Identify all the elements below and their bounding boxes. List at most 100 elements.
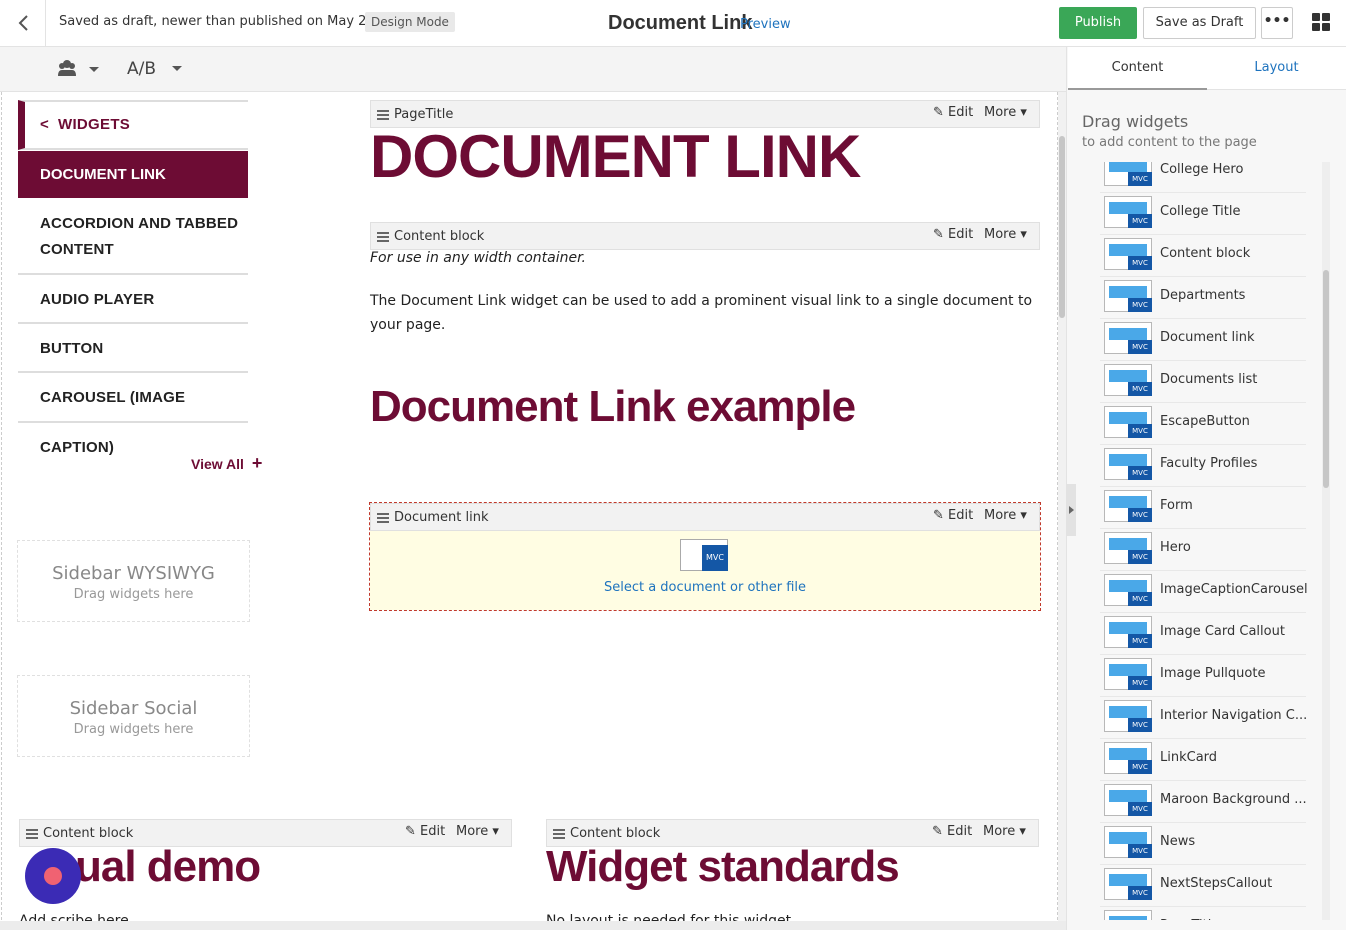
widget-list: MVC College Hero MVC College Title MVC Conten… (1100, 162, 1322, 920)
widget-mvc-icon: MVC (1104, 196, 1152, 228)
widget-mvc-icon: MVC (1104, 574, 1152, 606)
ab-label: A/B (127, 59, 157, 79)
drag-handle-icon[interactable] (377, 110, 389, 122)
widget-list-item[interactable]: MVC Document link (1100, 319, 1306, 361)
drag-handle-icon[interactable] (377, 513, 389, 525)
widget-list-item[interactable]: MVC PageTitle (1100, 907, 1306, 920)
personas-dropdown[interactable] (57, 59, 103, 83)
caret-down-icon (89, 67, 99, 72)
back-button[interactable] (0, 0, 46, 46)
nav-item-audio-player[interactable]: AUDIO PLAYER (18, 275, 248, 324)
more-dropdown[interactable]: More ▾ (456, 824, 499, 839)
edit-button[interactable]: ✎ Edit (932, 824, 972, 839)
widget-mvc-icon: MVC (1104, 910, 1152, 920)
widget-list-label: ImageCaptionCarousel (1160, 582, 1308, 597)
widget-list-item[interactable]: MVC LinkCard (1100, 739, 1306, 781)
view-all-link[interactable]: View All + (191, 453, 262, 474)
select-document-link[interactable]: Select a document or other file (370, 580, 1040, 595)
ab-test-dropdown[interactable]: A/B (127, 59, 183, 79)
grid-layout-icon[interactable] (1312, 13, 1330, 35)
widget-list-label: EscapeButton (1160, 414, 1250, 429)
widget-mvc-icon: MVC (1104, 364, 1152, 396)
widget-mvc-icon: MVC (1104, 322, 1152, 354)
widget-list-item[interactable]: MVC Maroon Background ... (1100, 781, 1307, 823)
widget-list-item[interactable]: MVC EscapeButton (1100, 403, 1306, 445)
nav-item-document-link[interactable]: DOCUMENT LINK (18, 151, 248, 198)
more-dropdown[interactable]: More ▾ (983, 824, 1026, 839)
widget-list-label: Departments (1160, 288, 1246, 303)
widget-bar-document-link[interactable]: Document link ✎ Edit More ▾ (370, 503, 1040, 531)
canvas-border (1, 92, 2, 930)
edit-button[interactable]: ✎ Edit (933, 508, 973, 523)
more-options-button[interactable]: ••• (1261, 7, 1293, 39)
record-icon (44, 867, 62, 885)
drag-handle-icon[interactable] (377, 232, 389, 244)
document-mvc-icon: MVC (680, 539, 728, 571)
widget-list-item[interactable]: MVC Documents list (1100, 361, 1306, 403)
widget-mvc-icon: MVC (1104, 784, 1152, 816)
pencil-icon: ✎ (932, 824, 943, 839)
widget-list-item[interactable]: MVC College Hero (1100, 162, 1306, 193)
widget-list-label: Interior Navigation C... (1160, 708, 1308, 723)
nav-item-accordion[interactable]: ACCORDION AND TABBED CONTENT (18, 204, 248, 275)
users-icon (58, 60, 99, 76)
widget-list-item[interactable]: MVC NextStepsCallout (1100, 865, 1306, 907)
widget-list-item[interactable]: MVC ImageCaptionCarousel (1100, 571, 1308, 613)
edit-button[interactable]: ✎ Edit (933, 227, 973, 242)
widget-list-item[interactable]: MVC Form (1100, 487, 1306, 529)
horizontal-scrollbar[interactable] (0, 921, 1066, 930)
widget-bar-content-block[interactable]: Content block ✎ Edit More ▾ (370, 222, 1040, 250)
widget-mvc-icon: MVC (1104, 532, 1152, 564)
widget-list-item[interactable]: MVC Hero (1100, 529, 1306, 571)
widget-list-item[interactable]: MVC News (1100, 823, 1306, 865)
sidebar-wysiwyg-dropzone[interactable]: Sidebar WYSIWYG Drag widgets here (17, 540, 250, 622)
widget-list-label: Image Card Callout (1160, 624, 1285, 639)
widget-list-scroll-thumb[interactable] (1323, 270, 1329, 488)
widget-mvc-icon: MVC (1104, 742, 1152, 774)
widget-list-item[interactable]: MVC Faculty Profiles (1100, 445, 1306, 487)
widget-mvc-icon: MVC (1104, 238, 1152, 270)
canvas-scroll-thumb[interactable] (1059, 136, 1065, 318)
save-as-draft-button[interactable]: Save as Draft (1143, 7, 1256, 39)
nav-item-carousel[interactable]: CAROUSEL (IMAGE CAPTION) (18, 373, 248, 456)
pencil-icon: ✎ (933, 508, 944, 523)
widgets-nav-header[interactable]: < WIDGETS (18, 100, 248, 150)
preview-link[interactable]: Preview (740, 17, 791, 32)
intro-paragraph: The Document Link widget can be used to … (370, 293, 1033, 333)
widget-list-item[interactable]: MVC Departments (1100, 277, 1306, 319)
widget-mvc-icon: MVC (1104, 616, 1152, 648)
widget-list-item[interactable]: MVC Image Card Callout (1100, 613, 1306, 655)
sidebar-social-dropzone[interactable]: Sidebar Social Drag widgets here (17, 675, 250, 757)
edit-button[interactable]: ✎ Edit (405, 824, 445, 839)
save-status-text: Saved as draft, newer than published on … (59, 14, 375, 29)
widget-mvc-icon: MVC (1104, 826, 1152, 858)
widget-mvc-icon: MVC (1104, 406, 1152, 438)
publish-button[interactable]: Publish (1059, 7, 1137, 39)
more-dropdown[interactable]: More ▾ (984, 227, 1027, 242)
tab-layout[interactable]: Layout (1207, 47, 1346, 90)
assistant-button[interactable] (25, 848, 81, 904)
widget-list-label: Document link (1160, 330, 1255, 345)
more-dropdown[interactable]: More ▾ (984, 105, 1027, 120)
widget-list-item[interactable]: MVC Image Pullquote (1100, 655, 1306, 697)
drag-handle-icon[interactable] (26, 829, 38, 841)
widget-list-item[interactable]: MVC Content block (1100, 235, 1306, 277)
widget-list-item[interactable]: MVC College Title (1100, 193, 1306, 235)
example-heading: Document Link example (370, 382, 856, 431)
widget-mvc-icon: MVC (1104, 868, 1152, 900)
edit-button[interactable]: ✎ Edit (933, 105, 973, 120)
widget-mvc-icon: MVC (1104, 700, 1152, 732)
nav-item-button[interactable]: BUTTON (18, 324, 248, 373)
panel-collapse-handle[interactable] (1066, 484, 1076, 536)
pencil-icon: ✎ (405, 824, 416, 839)
chevron-left-icon (18, 15, 28, 31)
drag-handle-icon[interactable] (553, 829, 565, 841)
widget-list-item[interactable]: MVC Interior Navigation C... (1100, 697, 1308, 739)
page-heading: DOCUMENT LINK (370, 123, 861, 190)
italic-note: For use in any width container. (370, 250, 586, 266)
caret-down-icon (172, 66, 183, 71)
tab-content[interactable]: Content (1068, 47, 1207, 90)
visual-demo-heading: ual demo (75, 842, 261, 891)
widget-mvc-icon: MVC (1104, 162, 1152, 186)
more-dropdown[interactable]: More ▾ (984, 508, 1027, 523)
